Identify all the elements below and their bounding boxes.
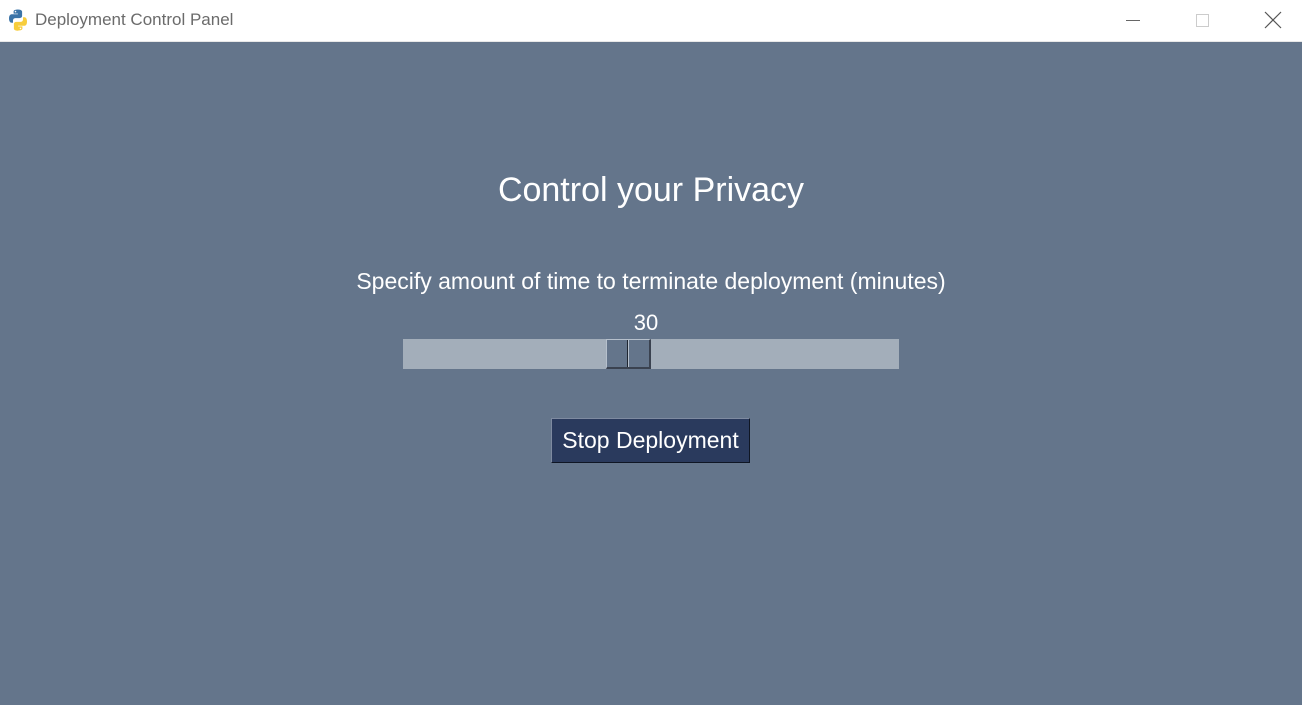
maximize-icon	[1196, 14, 1209, 27]
slider-thumb[interactable]	[606, 339, 651, 369]
close-button[interactable]	[1250, 0, 1296, 40]
close-icon	[1264, 11, 1282, 29]
maximize-button[interactable]	[1179, 0, 1225, 40]
page-heading: Control your Privacy	[497, 171, 805, 209]
title-bar: Deployment Control Panel	[0, 0, 1302, 42]
termination-time-label: Specify amount of time to terminate depl…	[356, 268, 946, 294]
deployment-control-window: Deployment Control Panel Control your Pr…	[0, 0, 1302, 705]
termination-time-slider[interactable]	[403, 339, 899, 369]
slider-value-readout: 30	[633, 310, 659, 335]
thumb-grip-light	[628, 340, 629, 367]
window-title: Deployment Control Panel	[35, 10, 234, 29]
stop-deployment-button[interactable]: Stop Deployment	[551, 418, 750, 463]
minimize-icon	[1126, 20, 1140, 21]
python-app-icon	[9, 9, 27, 31]
minimize-button[interactable]	[1110, 0, 1156, 40]
